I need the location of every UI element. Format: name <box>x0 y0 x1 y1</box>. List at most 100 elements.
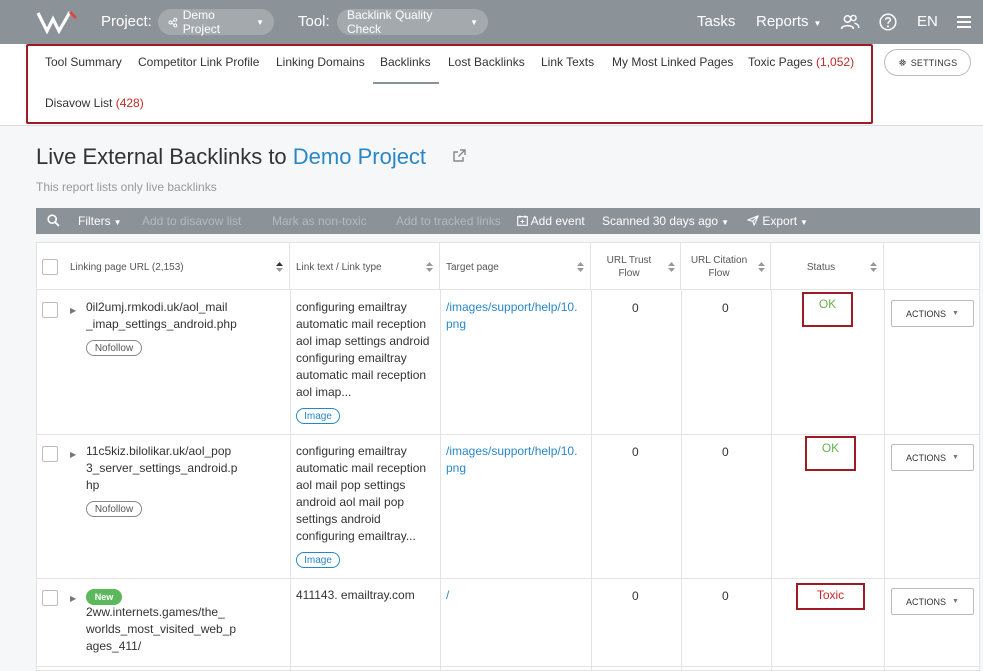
chevron-down-icon: ▼ <box>721 218 730 227</box>
tab-competitor-link-profile[interactable]: Competitor Link Profile <box>138 55 259 69</box>
status-badge: OK <box>802 292 853 327</box>
chevron-down-icon: ▼ <box>952 598 959 605</box>
logo-icon[interactable] <box>36 10 80 34</box>
tab-linking-domains[interactable]: Linking Domains <box>276 55 365 69</box>
target-page-link[interactable]: /images/support/help/10. png <box>446 299 577 333</box>
column-header-link-text-label: Link text / Link type <box>296 262 382 273</box>
external-link-icon[interactable] <box>451 148 467 164</box>
row-divider <box>37 434 979 435</box>
project-selector[interactable]: Demo Project ▼ <box>158 8 274 36</box>
chevron-down-icon: ▼ <box>952 310 959 317</box>
tab-tool-summary[interactable]: Tool Summary <box>45 55 122 69</box>
disavow-list-count: (428) <box>115 96 144 110</box>
column-divider <box>290 290 291 670</box>
tab-lost-backlinks[interactable]: Lost Backlinks <box>448 55 525 69</box>
toxic-pages-count: (1,052) <box>816 55 855 69</box>
column-header-actions <box>884 243 979 290</box>
link-text: 411143. emailtray.com <box>296 587 415 604</box>
scanned-selector[interactable]: Scanned 30 days ago ▼ <box>602 214 729 228</box>
column-header-status-label: Status <box>806 262 836 273</box>
target-page-link[interactable]: /images/support/help/10. png <box>446 443 577 477</box>
status-badge: OK <box>805 436 856 471</box>
sort-icon[interactable] <box>426 262 433 272</box>
target-page-link[interactable]: / <box>446 587 449 604</box>
row-checkbox[interactable] <box>42 302 58 318</box>
sort-icon[interactable] <box>758 262 765 272</box>
sort-icon[interactable] <box>577 262 584 272</box>
project-selector-value: Demo Project <box>182 8 221 36</box>
column-divider <box>591 290 592 670</box>
link-text-line: configuring emailtray <box>296 351 407 365</box>
expand-row-icon[interactable]: ▶ <box>70 306 76 315</box>
linking-page-url[interactable]: 11c5kiz.bilolikar.uk/aol_pop 3_server_se… <box>86 443 237 494</box>
linking-page-url[interactable]: 2ww.internets.games/the_ worlds_most_vis… <box>86 604 236 655</box>
column-header-link-text[interactable]: Link text / Link type <box>290 243 440 290</box>
users-icon[interactable] <box>840 12 860 32</box>
filters-button[interactable]: Filters ▼ <box>78 214 122 228</box>
url-citation-flow-value: 0 <box>722 589 729 603</box>
actions-button[interactable]: ACTIONS ▼ <box>891 300 974 327</box>
search-icon[interactable] <box>47 214 60 227</box>
column-header-trust-flow[interactable]: URL Trust Flow <box>591 243 681 290</box>
column-header-citation-flow-label: URL Citation Flow <box>681 254 757 280</box>
help-icon[interactable] <box>878 12 898 32</box>
actions-button[interactable]: ACTIONS ▼ <box>891 444 974 471</box>
actions-button[interactable]: ACTIONS ▼ <box>891 588 974 615</box>
column-header-status[interactable]: Status <box>771 243 884 290</box>
link-text-line: 411143. emailtray.com <box>296 588 415 602</box>
trust-flow-label-line-1: URL Trust <box>606 255 652 266</box>
row-checkbox[interactable] <box>42 446 58 462</box>
tab-my-most-linked-pages[interactable]: My Most Linked Pages <box>612 55 733 69</box>
column-header-target-page[interactable]: Target page <box>440 243 591 290</box>
active-tab-indicator <box>373 82 439 84</box>
tab-disavow-list[interactable]: Disavow List (428) <box>45 96 144 110</box>
expand-row-icon[interactable]: ▶ <box>70 450 76 459</box>
expand-row-icon[interactable]: ▶ <box>70 594 76 603</box>
url-line: 2ww.internets.games/the_ <box>86 605 225 619</box>
url-trust-flow-value: 0 <box>632 589 639 603</box>
url-trust-flow-value: 0 <box>632 445 639 459</box>
page-title-project-link[interactable]: Demo Project <box>293 144 426 169</box>
reports-menu[interactable]: Reports ▼ <box>756 13 821 30</box>
target-line: png <box>446 317 467 331</box>
chevron-down-icon: ▼ <box>256 17 264 27</box>
top-bar: Project: Demo Project ▼ Tool: Backlink Q… <box>0 0 983 44</box>
url-trust-flow-value: 0 <box>632 301 639 315</box>
send-icon <box>747 215 759 226</box>
tasks-link[interactable]: Tasks <box>697 13 735 30</box>
select-all-checkbox[interactable] <box>42 259 58 275</box>
tool-selector[interactable]: Backlink Quality Check ▼ <box>337 8 488 36</box>
add-to-disavow-button[interactable]: Add to disavow list <box>142 214 241 228</box>
link-text-line: configuring emailtray <box>296 444 407 458</box>
link-text-line: automatic mail reception <box>296 317 427 331</box>
sort-icon[interactable] <box>276 262 283 272</box>
chevron-down-icon: ▼ <box>470 17 478 27</box>
sort-icon[interactable] <box>668 262 675 272</box>
link-text-line: configuring emailtray <box>296 300 407 314</box>
gear-icon <box>899 59 906 66</box>
settings-button[interactable]: SETTINGS <box>884 49 971 76</box>
row-checkbox[interactable] <box>42 590 58 606</box>
column-divider <box>681 290 682 670</box>
sort-icon[interactable] <box>870 262 877 272</box>
tab-toxic-pages[interactable]: Toxic Pages (1,052) <box>748 55 854 69</box>
menu-icon[interactable] <box>954 12 974 32</box>
language-selector[interactable]: EN <box>917 13 938 30</box>
mark-non-toxic-button[interactable]: Mark as non-toxic <box>272 214 367 228</box>
new-badge: New <box>86 589 122 605</box>
url-line: worlds_most_visited_web_p <box>86 622 237 636</box>
column-header-citation-flow[interactable]: URL Citation Flow <box>681 243 771 290</box>
add-to-tracked-button[interactable]: Add to tracked links <box>396 214 501 228</box>
tab-backlinks[interactable]: Backlinks <box>380 55 431 69</box>
linking-page-url[interactable]: 0il2umj.rmkodi.uk/aol_mail _imap_setting… <box>86 299 237 333</box>
url-line: ages_411/ <box>86 639 142 653</box>
export-button[interactable]: Export ▼ <box>747 214 808 228</box>
target-line: png <box>446 461 467 475</box>
column-header-url[interactable]: Linking page URL (2,153) <box>37 243 290 290</box>
tab-link-texts[interactable]: Link Texts <box>541 55 594 69</box>
add-event-button[interactable]: Add event <box>517 214 585 228</box>
trust-flow-label-line-2: Flow <box>618 268 640 279</box>
link-text-line: aol imap... <box>296 385 352 399</box>
image-type-tag: Image <box>296 408 340 424</box>
target-line: /images/support/help/10. <box>446 300 578 314</box>
